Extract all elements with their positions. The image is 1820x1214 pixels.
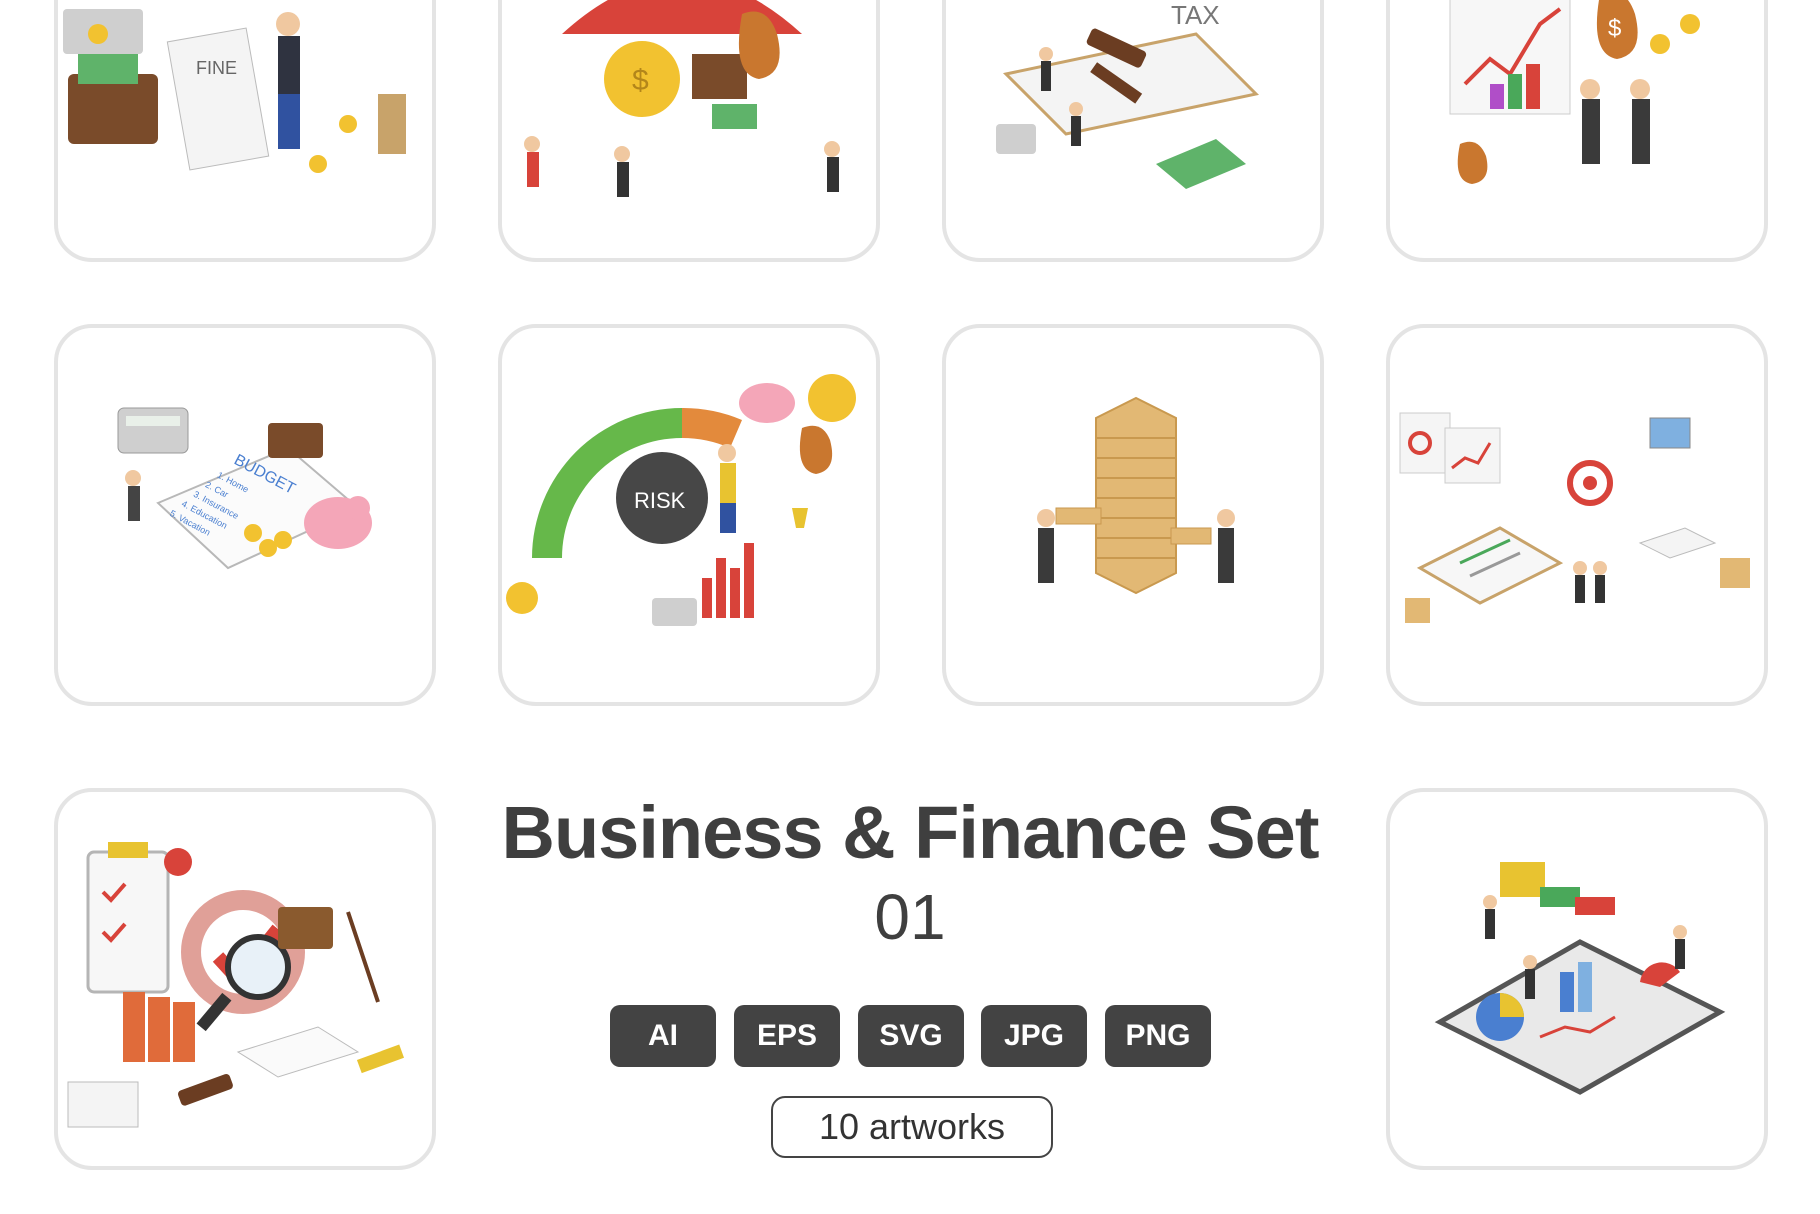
format-badge-svg: SVG xyxy=(858,1005,964,1067)
budget-illustration: BUDGET 1. Home 2. Car 3. Insurance 4. Ed… xyxy=(117,407,372,570)
fine-illustration: FINE xyxy=(63,9,406,173)
risk-gauge-label: RISK xyxy=(634,488,686,513)
deal-illustration: $ xyxy=(1449,0,1700,184)
insurance-coin-symbol: $ xyxy=(632,64,649,97)
tax-illustration: TAX xyxy=(996,0,1260,189)
page-title: Business & Finance Set xyxy=(501,791,1320,874)
illustration-card-tax: TAX xyxy=(942,0,1324,262)
illustration-card-jenga xyxy=(942,324,1324,706)
planning-illustration xyxy=(1399,412,1750,623)
illustration-card-compliance xyxy=(54,788,436,1170)
set-number: 01 xyxy=(874,881,946,953)
illustration-card-budget: BUDGET 1. Home 2. Car 3. Insurance 4. Ed… xyxy=(54,324,436,706)
illustration-card-fine: FINE xyxy=(54,0,436,262)
format-badge-eps: EPS xyxy=(734,1005,840,1067)
illustration-card-risk: RISK xyxy=(498,324,880,706)
fine-doc-label: FINE xyxy=(196,58,237,78)
insurance-illustration: $ xyxy=(524,0,840,197)
illustration-card-insurance: $ xyxy=(498,0,880,262)
illustration-card-analytics xyxy=(1386,788,1768,1170)
illustration-card-planning xyxy=(1386,324,1768,706)
tax-doc-label: TAX xyxy=(1171,0,1220,30)
format-badge-jpg: JPG xyxy=(981,1005,1087,1067)
risk-illustration: RISK xyxy=(506,374,856,626)
artworks-count: 10 artworks xyxy=(771,1096,1053,1158)
illustration-card-deal: $ xyxy=(1386,0,1768,262)
format-badge-ai: AI xyxy=(610,1005,716,1067)
compliance-illustration xyxy=(67,842,405,1128)
jenga-illustration xyxy=(1037,396,1235,595)
analytics-illustration xyxy=(1434,862,1726,1095)
format-badge-png: PNG xyxy=(1105,1005,1211,1067)
deal-bag-symbol: $ xyxy=(1608,15,1621,42)
